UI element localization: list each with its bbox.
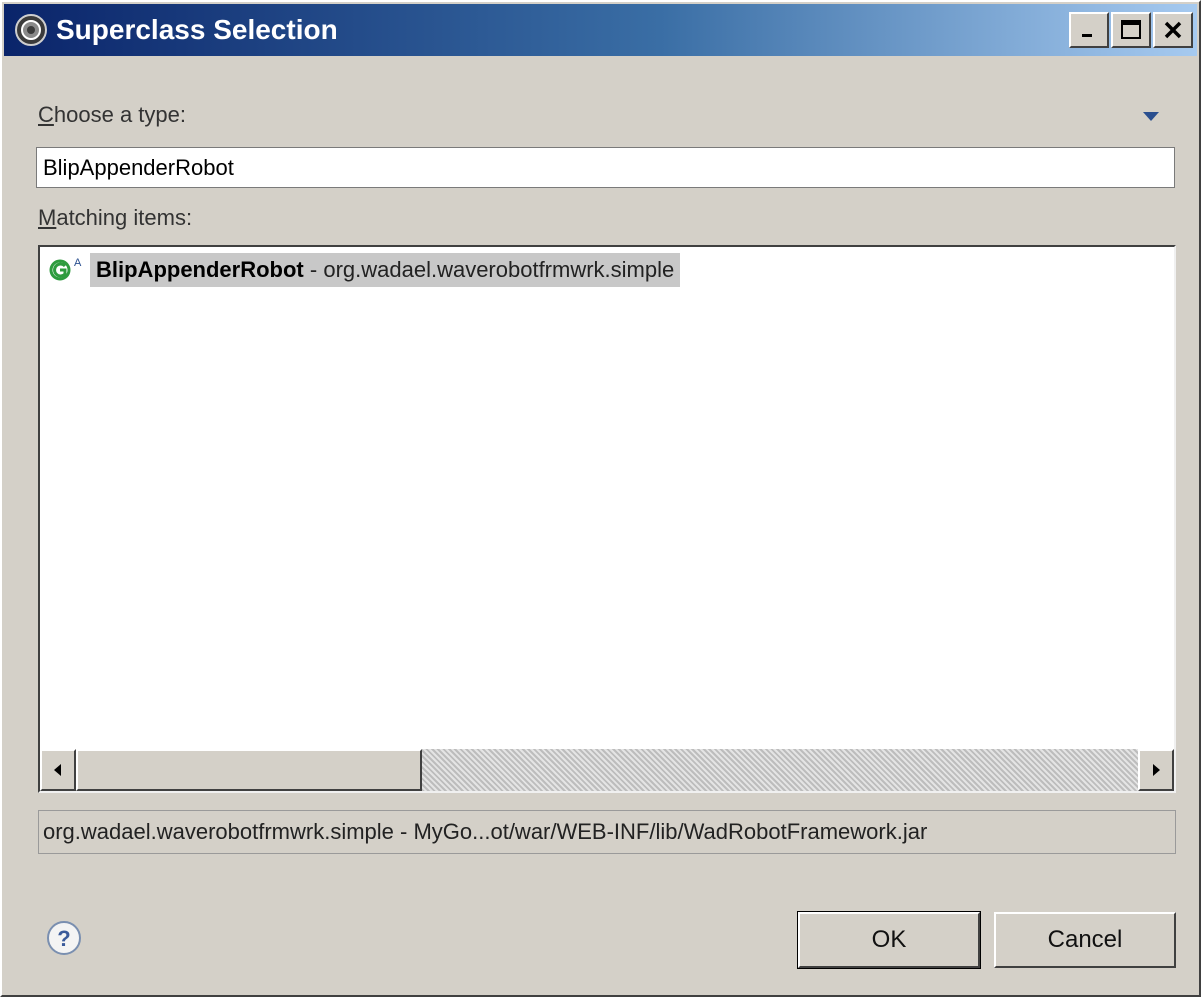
selected-item-status: org.wadael.waverobotfrmwrk.simple - MyGo… — [38, 810, 1176, 854]
choose-type-label-text: hoose a type: — [53, 102, 186, 127]
minimize-icon — [1082, 34, 1092, 37]
choose-type-accesskey: C — [38, 102, 54, 127]
arrow-right-icon — [1153, 764, 1160, 776]
title-bar[interactable]: Superclass Selection — [4, 4, 1197, 56]
item-separator: - — [303, 257, 324, 282]
scroll-left-button[interactable] — [40, 749, 76, 791]
choose-type-label: Choose a type: — [38, 102, 186, 128]
help-icon[interactable]: ? — [46, 920, 82, 956]
superclass-selection-dialog: Superclass Selection Choose a type: Matc… — [0, 0, 1201, 997]
selected-item-text[interactable]: BlipAppenderRobot - org.wadael.waverobot… — [90, 253, 681, 287]
type-search-input[interactable] — [36, 147, 1175, 188]
matching-items-label: Matching items: — [38, 205, 192, 231]
maximize-icon — [1121, 20, 1141, 39]
item-package: org.wadael.waverobotfrmwrk.simple — [323, 257, 675, 282]
list-item[interactable]: A BlipAppenderRobot - org.wadael.waverob… — [46, 253, 681, 287]
minimize-button[interactable] — [1069, 12, 1109, 48]
matching-items-accesskey: M — [38, 205, 57, 230]
chevron-down-icon[interactable] — [1143, 112, 1159, 121]
svg-text:A: A — [74, 257, 82, 269]
eclipse-gear-icon — [15, 14, 47, 46]
cancel-button[interactable]: Cancel — [994, 912, 1176, 968]
arrow-left-icon — [54, 764, 61, 776]
item-class-name: BlipAppenderRobot — [96, 257, 304, 282]
horizontal-scrollbar[interactable] — [40, 749, 1174, 791]
scrollbar-thumb[interactable] — [76, 749, 422, 791]
close-button[interactable] — [1153, 12, 1193, 48]
matching-items-label-text: atching items: — [56, 205, 193, 230]
matching-items-list[interactable]: A BlipAppenderRobot - org.wadael.waverob… — [38, 245, 1176, 793]
abstract-class-icon: A — [46, 253, 90, 287]
svg-text:?: ? — [57, 926, 70, 951]
scroll-right-button[interactable] — [1138, 749, 1174, 791]
ok-button[interactable]: OK — [797, 911, 981, 969]
close-icon — [1164, 21, 1182, 39]
maximize-button[interactable] — [1111, 12, 1151, 48]
window-title: Superclass Selection — [56, 14, 338, 45]
